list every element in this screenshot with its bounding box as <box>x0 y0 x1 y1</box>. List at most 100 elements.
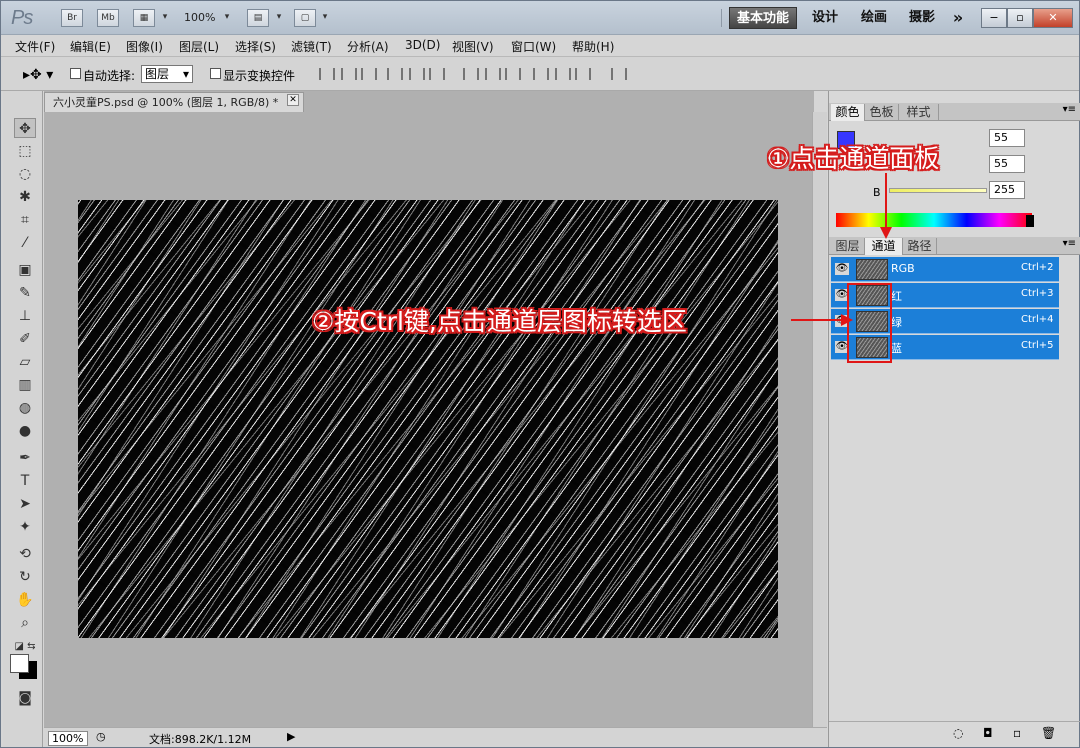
distribute-right-icon[interactable] <box>575 68 591 80</box>
chevron-down-icon[interactable]: ▾ <box>159 9 171 27</box>
channel-thumbnail[interactable] <box>856 259 888 280</box>
color-value-b[interactable]: 255 <box>989 181 1025 199</box>
distribute-hcenter-icon[interactable] <box>555 68 571 80</box>
title-zoom-level[interactable]: 100% <box>184 11 215 24</box>
menu-bar: 文件(F) 编辑(E) 图像(I) 图层(L) 选择(S) 滤镜(T) 分析(A… <box>1 35 1079 57</box>
history-brush-tool-icon[interactable]: ✐ <box>14 329 36 349</box>
auto-select-checkbox[interactable] <box>70 68 81 79</box>
vertical-scrollbar[interactable] <box>812 112 827 727</box>
healing-brush-tool-icon[interactable]: ▣ <box>14 260 36 280</box>
dodge-tool-icon[interactable]: ● <box>14 421 36 441</box>
color-value-g[interactable]: 55 <box>989 155 1025 173</box>
align-right-icon[interactable] <box>429 68 445 80</box>
align-top-icon[interactable] <box>319 68 335 80</box>
menu-layer[interactable]: 图层(L) <box>179 38 219 55</box>
new-channel-icon[interactable]: ▫ <box>1013 726 1021 740</box>
align-left-icon[interactable] <box>387 68 403 80</box>
eraser-tool-icon[interactable]: ▱ <box>14 352 36 372</box>
3d-orbit-tool-icon[interactable]: ↻ <box>14 567 36 587</box>
zoom-tool-icon[interactable]: ⌕ <box>14 613 36 633</box>
auto-select-dropdown[interactable]: 图层 ▾ <box>141 65 193 83</box>
distribute-left-icon[interactable] <box>533 68 549 80</box>
annotation-step1: ①点击通道面板 <box>767 144 940 173</box>
show-transform-checkbox[interactable] <box>210 68 221 79</box>
move-tool-icon[interactable]: ▸✥ ▾ <box>23 67 53 83</box>
minimize-button[interactable]: − <box>981 8 1007 28</box>
workspace-photography[interactable]: 摄影 <box>904 7 940 29</box>
tab-color[interactable]: 颜色 <box>831 104 865 121</box>
menu-filter[interactable]: 滤镜(T) <box>291 38 332 55</box>
menu-window[interactable]: 窗口(W) <box>511 38 556 55</box>
panel-menu-icon[interactable]: ▾≡ <box>1063 104 1076 115</box>
3d-rotate-tool-icon[interactable]: ⟲ <box>14 544 36 564</box>
hand-tool-icon[interactable]: ✋ <box>14 590 36 610</box>
chevron-down-icon[interactable]: ▾ <box>221 9 233 27</box>
workspace-painting[interactable]: 绘画 <box>856 7 892 29</box>
load-selection-icon[interactable]: ◌ <box>953 726 963 740</box>
eyedropper-tool-icon[interactable]: ⁄ <box>14 233 36 253</box>
bridge-button[interactable]: Br <box>61 9 83 27</box>
maximize-button[interactable]: ▫ <box>1007 8 1033 28</box>
lasso-tool-icon[interactable]: ◌ <box>14 164 36 184</box>
path-select-tool-icon[interactable]: ➤ <box>14 494 36 514</box>
gradient-tool-icon[interactable]: ▥ <box>14 375 36 395</box>
menu-help[interactable]: 帮助(H) <box>572 38 614 55</box>
stamp-tool-icon[interactable]: ⊥ <box>14 306 36 326</box>
view-extras-icon[interactable]: ▦ <box>133 9 155 27</box>
eye-icon[interactable]: 👁 <box>835 263 849 275</box>
distribute-bottom-icon[interactable] <box>505 68 521 80</box>
canvas-image[interactable] <box>78 200 778 638</box>
shape-tool-icon[interactable]: ✦ <box>14 517 36 537</box>
quick-select-tool-icon[interactable]: ✱ <box>14 187 36 207</box>
delete-channel-icon[interactable]: 🗑 <box>1041 726 1056 740</box>
align-hcenter-icon[interactable] <box>409 68 425 80</box>
distribute-vcenter-icon[interactable] <box>485 68 501 80</box>
chevron-down-icon[interactable]: ▾ <box>319 9 331 27</box>
status-zoom-input[interactable]: 100% <box>48 731 88 746</box>
align-vcenter-icon[interactable] <box>341 68 357 80</box>
arrange-documents-icon[interactable]: ▤ <box>247 9 269 27</box>
auto-align-icon[interactable] <box>611 68 627 80</box>
channel-row[interactable]: 👁 RGB Ctrl+2 <box>831 257 1059 282</box>
type-tool-icon[interactable]: T <box>14 471 36 491</box>
menu-view[interactable]: 视图(V) <box>452 38 494 55</box>
workspace-essentials[interactable]: 基本功能 <box>729 7 797 29</box>
tab-styles[interactable]: 样式 <box>899 104 939 121</box>
color-b-slider[interactable] <box>889 188 987 193</box>
minibridge-button[interactable]: Mb <box>97 9 119 27</box>
save-selection-icon[interactable]: ◘ <box>983 726 993 740</box>
foreground-color-swatch[interactable] <box>10 654 29 673</box>
color-value-r[interactable]: 55 <box>989 129 1025 147</box>
color-spectrum[interactable] <box>836 213 1032 227</box>
distribute-top-icon[interactable] <box>463 68 479 80</box>
quick-mask-icon[interactable]: ◙ <box>14 688 36 708</box>
marquee-tool-icon[interactable]: ⬚ <box>14 141 36 161</box>
menu-analysis[interactable]: 分析(A) <box>347 38 389 55</box>
spectrum-black-swatch[interactable] <box>1026 215 1034 227</box>
menu-image[interactable]: 图像(I) <box>126 38 163 55</box>
more-workspaces-button[interactable]: » <box>947 7 969 29</box>
tab-swatches[interactable]: 色板 <box>865 104 899 121</box>
menu-edit[interactable]: 编辑(E) <box>70 38 111 55</box>
chevron-down-icon[interactable]: ▾ <box>273 9 285 27</box>
menu-file[interactable]: 文件(F) <box>15 38 55 55</box>
crop-tool-icon[interactable]: ⌗ <box>14 210 36 230</box>
blur-tool-icon[interactable]: ◍ <box>14 398 36 418</box>
align-bottom-icon[interactable] <box>361 68 377 80</box>
menu-select[interactable]: 选择(S) <box>235 38 276 55</box>
status-menu-arrow-icon[interactable]: ▶ <box>287 730 295 743</box>
panel-menu-icon[interactable]: ▾≡ <box>1063 238 1076 249</box>
tab-layers[interactable]: 图层 <box>831 238 865 255</box>
workspace-design[interactable]: 设计 <box>807 7 843 29</box>
tab-paths[interactable]: 路径 <box>903 238 937 255</box>
document-tab[interactable]: 六小灵童PS.psd @ 100% (图层 1, RGB/8) * <box>44 92 304 112</box>
tab-channels[interactable]: 通道 <box>865 238 903 255</box>
close-icon[interactable]: ✕ <box>287 94 299 106</box>
move-tool-icon[interactable]: ✥ <box>14 118 36 138</box>
status-options-icon[interactable]: ◷ <box>96 730 106 743</box>
screen-mode-icon[interactable]: ▢ <box>294 9 316 27</box>
close-button[interactable]: ✕ <box>1033 8 1073 28</box>
menu-3d[interactable]: 3D(D) <box>405 38 440 52</box>
pen-tool-icon[interactable]: ✒ <box>14 448 36 468</box>
brush-tool-icon[interactable]: ✎ <box>14 283 36 303</box>
